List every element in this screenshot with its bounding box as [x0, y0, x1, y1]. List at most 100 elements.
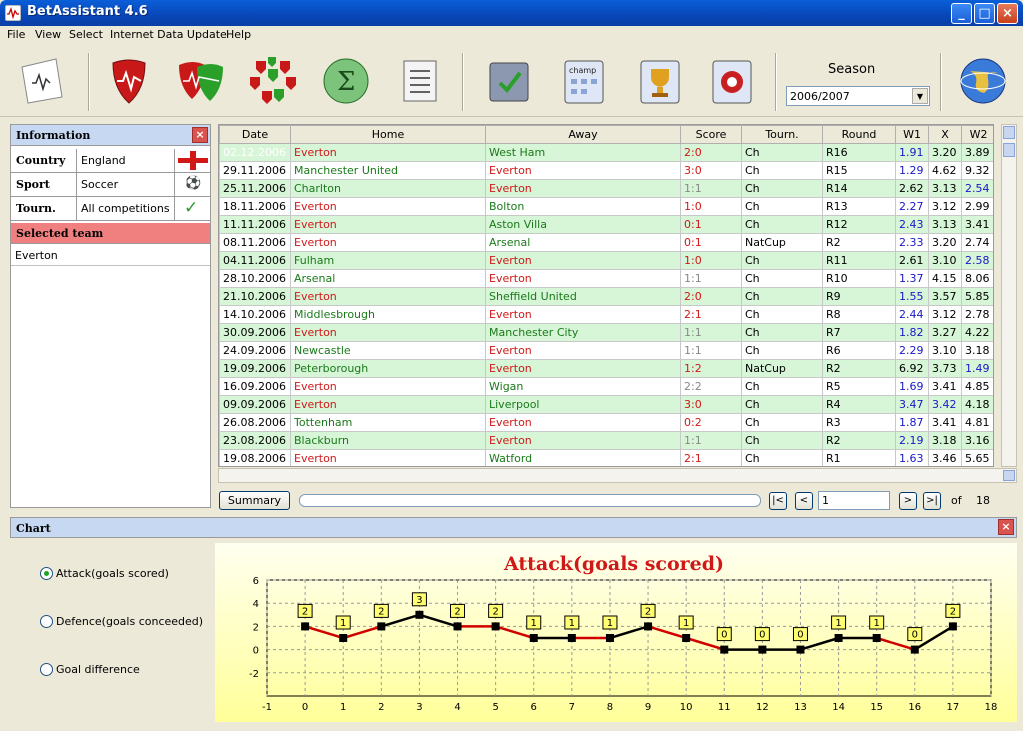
attack-label[interactable]: Attack(goals scored): [56, 567, 169, 580]
table-row[interactable]: 24.09.2006 Newcastle Everton 1:1 Ch R6 2.29 3.1…: [219, 341, 993, 360]
col-w2[interactable]: W2: [961, 125, 993, 144]
table-row[interactable]: 11.11.2006 Everton Aston Villa 0:1 Ch R12 2.43…: [219, 215, 993, 234]
col-home[interactable]: Home: [290, 125, 486, 144]
list-document-icon[interactable]: [396, 55, 448, 107]
data-label: 2: [492, 606, 498, 617]
check-button-icon[interactable]: [484, 55, 536, 107]
table-row[interactable]: 29.11.2006 Manchester United Everton 3:0 Ch R…: [219, 161, 993, 180]
many-shields-icon[interactable]: [248, 55, 300, 107]
info-close-button[interactable]: ×: [192, 127, 208, 143]
x-tick-label: 17: [947, 702, 960, 713]
table-row[interactable]: 28.10.2006 Arsenal Everton 1:1 Ch R10 1.37 4.15…: [219, 269, 993, 288]
sigma-icon[interactable]: Σ: [320, 55, 372, 107]
col-date[interactable]: Date: [219, 125, 291, 144]
data-point: [453, 622, 462, 631]
red-green-shields-icon[interactable]: [175, 55, 227, 107]
next-page-button[interactable]: >: [899, 492, 917, 510]
cell-w1: 2.29: [895, 341, 929, 360]
cell-tourn: Ch: [741, 269, 823, 288]
red-shield-icon[interactable]: [103, 55, 155, 107]
data-point: [339, 634, 348, 642]
col-away[interactable]: Away: [485, 125, 681, 144]
close-button[interactable]: ×: [997, 3, 1018, 24]
maximize-button[interactable]: □: [974, 3, 995, 24]
season-select[interactable]: 2006/2007 ▼: [786, 86, 930, 106]
cell-date: 19.08.2006: [219, 449, 291, 466]
table-row[interactable]: 30.09.2006 Everton Manchester City 1:1 Ch R7 1…: [219, 323, 993, 342]
table-vertical-scrollbar[interactable]: [1001, 124, 1017, 467]
cell-w2: 4.22: [961, 323, 993, 342]
table-row[interactable]: 18.11.2006 Everton Bolton 1:0 Ch R13 2.27 3.12 2…: [219, 197, 993, 216]
summary-button[interactable]: Summary: [219, 491, 290, 510]
cell-tourn: Ch: [741, 323, 823, 342]
table-row[interactable]: 19.08.2006 Everton Watford 2:1 Ch R1 1.63 3.46 5…: [219, 449, 993, 466]
page-input[interactable]: 1: [818, 491, 890, 510]
table-row[interactable]: 26.08.2006 Tottenham Everton 0:2 Ch R3 1.87 3.4…: [219, 413, 993, 432]
cell-away: Everton: [485, 431, 681, 450]
col-round[interactable]: Round: [822, 125, 896, 144]
cell-x: 3.20: [928, 233, 962, 252]
table-row[interactable]: 23.08.2006 Blackburn Everton 1:1 Ch R2 2.19 3.1…: [219, 431, 993, 450]
table-row[interactable]: 08.11.2006 Everton Arsenal 0:1 NatCup R2 2.33 3…: [219, 233, 993, 252]
cell-home: Everton: [290, 395, 486, 414]
first-page-button[interactable]: |<: [769, 492, 787, 510]
defence-radio[interactable]: [40, 615, 53, 628]
table-row[interactable]: 19.09.2006 Peterborough Everton 1:2 NatCup R2…: [219, 359, 993, 378]
globe-icon[interactable]: [958, 55, 1008, 107]
selected-team[interactable]: Everton: [11, 245, 210, 266]
paper-note-icon[interactable]: [16, 55, 68, 107]
defence-label[interactable]: Defence(goals conceeded): [56, 615, 203, 628]
season-label: Season: [828, 62, 876, 77]
table-row[interactable]: 21.10.2006 Everton Sheffield United 2:0 Ch R9…: [219, 287, 993, 306]
col-score[interactable]: Score: [680, 125, 742, 144]
menu-help[interactable]: Help: [226, 28, 251, 41]
cell-x: 3.10: [928, 341, 962, 360]
table-horizontal-scrollbar[interactable]: [218, 468, 1017, 483]
cell-round: R2: [822, 233, 896, 252]
y-tick-label: 2: [253, 622, 259, 633]
close-icon: ×: [1002, 6, 1013, 21]
menu-select[interactable]: Select: [69, 28, 103, 41]
data-label: 3: [416, 595, 422, 606]
menu-internet-data-update[interactable]: Internet Data Update: [110, 28, 227, 41]
menu-view[interactable]: View: [35, 28, 61, 41]
country-value: England: [81, 154, 126, 167]
data-point: [377, 622, 386, 631]
cell-tourn: Ch: [741, 449, 823, 466]
info-panel: Information × Country England Sport Socc…: [10, 124, 211, 508]
attack-radio[interactable]: [40, 567, 53, 580]
goal-difference-radio[interactable]: [40, 663, 53, 676]
col-w1[interactable]: W1: [895, 125, 929, 144]
minimize-button[interactable]: _: [951, 3, 972, 24]
chart-options: Attack(goals scored) Defence(goals conce…: [10, 539, 214, 724]
last-page-button[interactable]: >|: [923, 492, 941, 510]
uefa-icon[interactable]: [707, 55, 759, 107]
cell-date: 04.11.2006: [219, 251, 291, 270]
table-row[interactable]: 14.10.2006 Middlesbrough Everton 2:1 Ch R8 2.4…: [219, 305, 993, 324]
table-row[interactable]: 16.09.2006 Everton Wigan 2:2 Ch R5 1.69 3.41 4.8…: [219, 377, 993, 396]
cell-tourn: Ch: [741, 341, 823, 360]
cell-home: Tottenham: [290, 413, 486, 432]
menu-file[interactable]: File: [7, 28, 25, 41]
data-label: 1: [569, 618, 575, 629]
chevron-down-icon[interactable]: ▼: [912, 88, 928, 104]
chart-panel-title: Chart: [16, 522, 51, 535]
cell-score: 1:0: [680, 197, 742, 216]
table-row[interactable]: 09.09.2006 Everton Liverpool 3:0 Ch R4 3.47 3.4…: [219, 395, 993, 414]
col-tourn[interactable]: Tourn.: [741, 125, 823, 144]
table-row[interactable]: 25.11.2006 Charlton Everton 1:1 Ch R14 2.62 3.1…: [219, 179, 993, 198]
data-label: 2: [378, 606, 384, 617]
champ-calendar-icon[interactable]: champ: [559, 55, 611, 107]
cup-trophy-icon[interactable]: [635, 55, 687, 107]
table-row[interactable]: 04.11.2006 Fulham Everton 1:0 Ch R11 2.61 3.10 2…: [219, 251, 993, 270]
goal-difference-label[interactable]: Goal difference: [56, 663, 140, 676]
cell-away: Everton: [485, 305, 681, 324]
cell-x: 3.20: [928, 143, 962, 162]
table-row[interactable]: 02.12.2006 Everton West Ham 2:0 Ch R16 1.91 3.2…: [219, 143, 993, 162]
x-tick-label: 9: [645, 702, 651, 713]
prev-page-button[interactable]: <: [795, 492, 813, 510]
col-x[interactable]: X: [928, 125, 962, 144]
matches-table: Date Home Away Score Tourn. Round W1 X W…: [218, 124, 994, 467]
chart-close-button[interactable]: ×: [998, 519, 1014, 535]
x-tick-label: -1: [262, 702, 272, 713]
